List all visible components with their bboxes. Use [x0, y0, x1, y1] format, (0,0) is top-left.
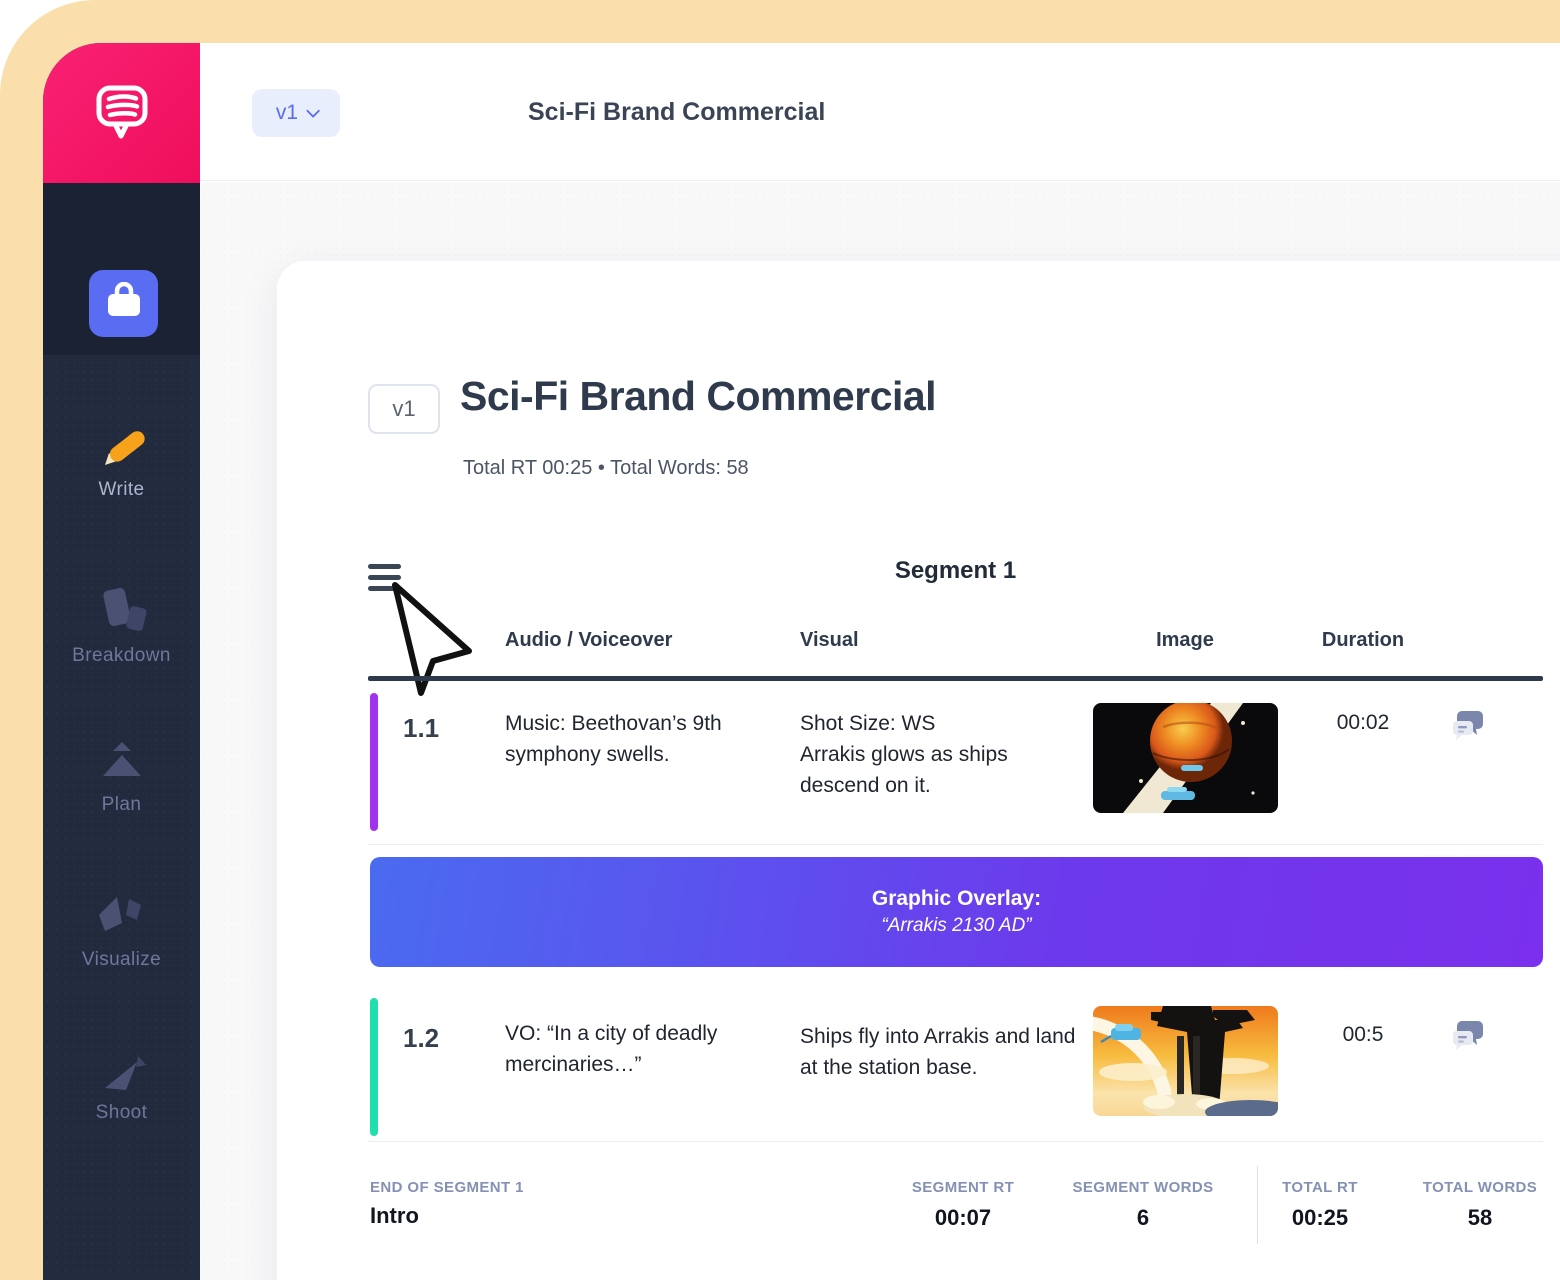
visual-cell[interactable]: Shot Size: WS Arrakis glows as ships des… — [800, 708, 1082, 801]
table-header-rule — [368, 676, 1543, 681]
sidebar-item-label: Breakdown — [43, 645, 200, 667]
document-totals: Total RT 00:25 • Total Words: 58 — [463, 457, 749, 480]
stat-value: 6 — [1058, 1205, 1228, 1231]
sidebar-item-plan[interactable]: Plan — [43, 738, 200, 816]
visual-cell[interactable]: Ships fly into Arrakis and land at the s… — [800, 1021, 1082, 1083]
stat-segment-words: SEGMENT WORDS 6 — [1058, 1179, 1228, 1231]
sidebar-item-breakdown[interactable]: Breakdown — [43, 581, 200, 667]
stat-total-rt: TOTAL RT 00:25 — [1235, 1179, 1405, 1231]
header-document-title: Sci-Fi Brand Commercial — [528, 43, 825, 181]
storyboard-image-planet[interactable] — [1093, 703, 1278, 813]
segment-title: Segment 1 — [368, 557, 1543, 585]
stat-label: TOTAL WORDS — [1395, 1179, 1560, 1196]
write-pencil-icon — [43, 421, 200, 473]
sidebar-item-label: Shoot — [43, 1102, 200, 1124]
row-accent-bar — [370, 693, 378, 831]
briefcase-icon — [104, 282, 144, 325]
column-header-duration: Duration — [1303, 629, 1423, 652]
row-number: 1.1 — [403, 713, 439, 744]
graphic-overlay-row[interactable]: Graphic Overlay: “Arrakis 2130 AD” — [370, 857, 1543, 967]
breakdown-cards-icon — [43, 581, 200, 639]
shoot-plane-icon — [43, 1048, 200, 1096]
sidebar-item-shoot[interactable]: Shoot — [43, 1048, 200, 1124]
version-badge: v1 — [368, 384, 440, 434]
column-header-audio: Audio / Voiceover — [505, 629, 672, 652]
version-label: v1 — [276, 101, 298, 125]
column-header-visual: Visual — [800, 629, 859, 652]
stat-label: TOTAL RT — [1235, 1179, 1405, 1196]
sidebar-item-label: Plan — [43, 794, 200, 816]
sidebar: Write Breakdown Plan — [43, 43, 200, 1280]
app-window: Write Breakdown Plan — [43, 43, 1560, 1280]
storyboard-image-station[interactable] — [1093, 1006, 1278, 1116]
end-of-segment-label: END OF SEGMENT 1 — [370, 1179, 524, 1196]
page-title: Sci-Fi Brand Commercial — [460, 373, 936, 420]
mouse-cursor-icon — [375, 579, 485, 706]
row-divider — [368, 1141, 1543, 1142]
chevron-down-icon — [306, 104, 320, 118]
sidebar-item-label: Visualize — [43, 949, 200, 971]
overlay-subtitle: “Arrakis 2130 AD” — [881, 915, 1031, 937]
version-dropdown[interactable]: v1 — [252, 89, 340, 137]
speech-bubble-logo-icon — [90, 79, 154, 148]
row-number: 1.2 — [403, 1023, 439, 1054]
stat-total-words: TOTAL WORDS 58 — [1395, 1179, 1560, 1231]
audio-cell[interactable]: VO: “In a city of deadly mercinaries…” — [505, 1018, 757, 1080]
overlay-title: Graphic Overlay: — [872, 887, 1041, 911]
row-accent-bar — [370, 998, 378, 1136]
duration-cell[interactable]: 00:5 — [1303, 1023, 1423, 1047]
stat-segment-rt: SEGMENT RT 00:07 — [878, 1179, 1048, 1231]
stat-label: SEGMENT WORDS — [1058, 1179, 1228, 1196]
audio-cell[interactable]: Music: Beethovan’s 9th symphony swells. — [505, 708, 763, 770]
main-content: v1 Sci-Fi Brand Commercial Total RT 00:2… — [200, 182, 1560, 1280]
plan-mountain-icon — [43, 738, 200, 788]
sidebar-item-label: Write — [43, 479, 200, 501]
sidebar-item-write[interactable]: Write — [43, 421, 200, 501]
app-logo[interactable] — [43, 43, 200, 183]
column-header-image: Image — [1125, 629, 1245, 652]
visualize-shapes-icon — [43, 891, 200, 943]
sidebar-item-visualize[interactable]: Visualize — [43, 891, 200, 971]
stat-value: 00:25 — [1235, 1205, 1405, 1231]
comments-icon[interactable] — [1450, 1019, 1486, 1058]
comments-icon[interactable] — [1450, 709, 1486, 748]
script-card: v1 Sci-Fi Brand Commercial Total RT 00:2… — [277, 261, 1560, 1280]
segment-name: Intro — [370, 1203, 419, 1229]
stat-label: SEGMENT RT — [878, 1179, 1048, 1196]
stat-value: 58 — [1395, 1205, 1560, 1231]
duration-cell[interactable]: 00:02 — [1303, 711, 1423, 735]
sidebar-item-projects[interactable] — [89, 270, 158, 337]
top-header: v1 Sci-Fi Brand Commercial — [200, 43, 1560, 181]
stat-value: 00:07 — [878, 1205, 1048, 1231]
screenshot-stage: Write Breakdown Plan — [0, 0, 1560, 1280]
row-divider — [368, 844, 1543, 845]
